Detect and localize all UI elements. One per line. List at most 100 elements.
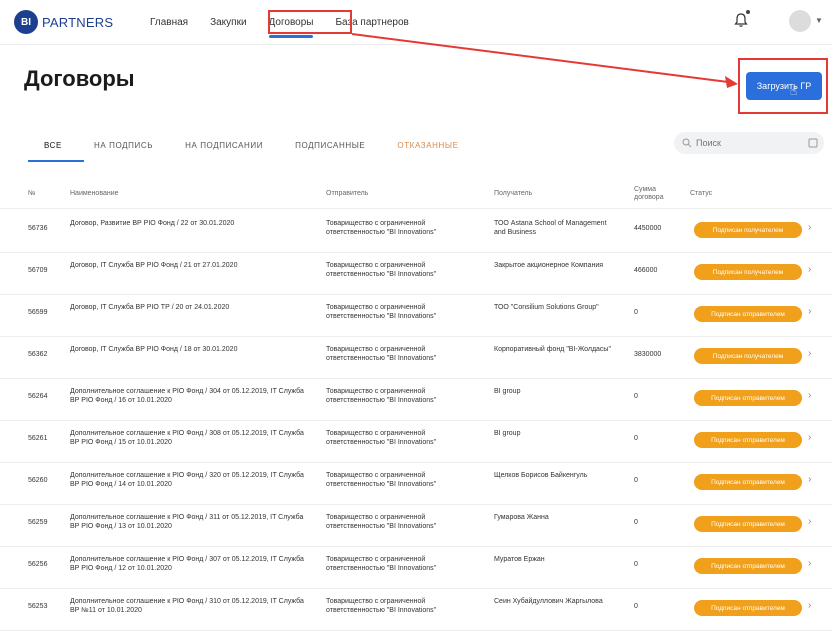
row-name[interactable]: Договор, IT Служба ВР PIO ТР / 20 от 24.… [70,303,310,312]
top-bar: BI PARTNERS Главная Закупки Договоры Баз… [0,0,832,45]
status-badge[interactable]: Подписан отправителем [694,474,802,490]
row-recipient: BI group [494,388,521,395]
bell-icon[interactable] [733,12,749,28]
search-icon [682,138,692,148]
logo[interactable]: BI PARTNERS [14,10,113,34]
chevron-right-icon[interactable]: › [808,516,811,527]
row-sender: Товарищество с ограниченной ответственно… [326,472,437,488]
page-title: Договоры [24,66,135,91]
chevron-right-icon[interactable]: › [808,558,811,569]
status-badge[interactable]: Подписан получателем [694,348,802,364]
col-amount[interactable]: Сумма договора [634,186,670,202]
status-badge[interactable]: Подписан отправителем [694,516,802,532]
table-row[interactable]: 56259 Дополнительное соглашение к PIO Фон… [0,504,832,547]
table-row[interactable]: 56261 Дополнительное соглашение к PIO Фон… [0,420,832,463]
row-amount: 0 [634,477,638,484]
row-id: 56256 [28,561,48,568]
chevron-right-icon[interactable]: › [808,474,811,485]
row-recipient: Корпоративный фонд "BI-Жолдасы" [494,346,611,353]
chevron-right-icon[interactable]: › [808,348,811,359]
table-row[interactable]: 56709 Договор, IT Служба ВР PIO Фонд / 21… [0,252,832,295]
col-name[interactable]: Наименование [70,190,119,197]
row-recipient: ТОО Astana School of Management and Busi… [494,220,607,236]
row-amount: 0 [634,309,638,316]
tab-to-sign[interactable]: НА ПОДПИСЬ [90,132,157,158]
row-recipient: BI group [494,430,521,437]
row-amount: 3830000 [634,351,662,358]
row-id: 56709 [28,267,48,274]
row-name[interactable]: Договор, Развитие ВР PIO Фонд / 22 от 30… [70,219,310,228]
tab-bar: ВСЕ НА ПОДПИСЬ НА ПОДПИСАНИИ ПОДПИСАННЫЕ… [28,132,487,162]
status-badge[interactable]: Подписан отправителем [694,432,802,448]
row-sender: Товарищество с ограниченной ответственно… [326,262,437,278]
row-sender: Товарищество с ограниченной ответственно… [326,514,437,530]
chevron-right-icon[interactable]: › [808,432,811,443]
status-badge[interactable]: Подписан отправителем [694,306,802,322]
row-name[interactable]: Дополнительное соглашение к PIO Фонд / 3… [70,387,310,405]
row-sender: Товарищество с ограниченной ответственно… [326,430,437,446]
col-sender[interactable]: Отправитель [326,190,368,197]
filter-icon[interactable] [808,138,818,148]
avatar[interactable] [789,10,811,32]
row-sender: Товарищество с ограниченной ответственно… [326,388,437,404]
tab-rejected[interactable]: ОТКАЗАННЫЕ [393,132,462,158]
row-name[interactable]: Договор, IT Служба ВР PIO Фонд / 21 от 2… [70,261,310,270]
row-amount: 0 [634,561,638,568]
notification-dot [746,10,750,14]
table-row[interactable]: 56253 Дополнительное соглашение к PIO Фон… [0,588,832,631]
chevron-right-icon[interactable]: › [808,306,811,317]
row-name[interactable]: Договор, IT Служба ВР PIO Фонд / 18 от 3… [70,345,310,354]
nav-purchases[interactable]: Закупки [210,0,246,44]
row-name[interactable]: Дополнительное соглашение к PIO Фонд / 3… [70,597,310,615]
col-recipient[interactable]: Получатель [494,190,532,197]
row-id: 56362 [28,351,48,358]
chevron-down-icon[interactable]: ▼ [815,16,823,25]
table-row[interactable]: 56736 Договор, Развитие ВР PIO Фонд / 22 … [0,210,832,253]
row-name[interactable]: Дополнительное соглашение к PIO Фонд / 3… [70,429,310,447]
row-name[interactable]: Дополнительное соглашение к PIO Фонд / 3… [70,471,310,489]
row-amount: 0 [634,603,638,610]
status-badge[interactable]: Подписан отправителем [694,390,802,406]
row-amount: 0 [634,393,638,400]
row-amount: 4450000 [634,225,662,232]
row-recipient: Муратов Ержан [494,556,545,563]
chevron-right-icon[interactable]: › [808,222,811,233]
col-status[interactable]: Статус [690,190,712,197]
row-name[interactable]: Дополнительное соглашение к PIO Фонд / 3… [70,555,310,573]
row-id: 56261 [28,435,48,442]
nav-highlight-box [268,10,352,34]
table-row[interactable]: 56260 Дополнительное соглашение к PIO Фон… [0,462,832,505]
chevron-right-icon[interactable]: › [808,600,811,611]
status-badge[interactable]: Подписан получателем [694,222,802,238]
table-header: № Наименование Отправитель Получатель Су… [0,180,832,209]
chevron-right-icon[interactable]: › [808,264,811,275]
chevron-right-icon[interactable]: › [808,390,811,401]
status-badge[interactable]: Подписан отправителем [694,558,802,574]
table-row[interactable]: 56256 Дополнительное соглашение к PIO Фон… [0,546,832,589]
table-row[interactable]: 56264 Дополнительное соглашение к PIO Фон… [0,378,832,421]
table-row[interactable]: 56599 Договор, IT Служба ВР PIO ТР / 20 о… [0,294,832,337]
col-number[interactable]: № [28,190,36,197]
row-sender: Товарищество с ограниченной ответственно… [326,304,437,320]
search-input[interactable] [674,132,824,154]
row-sender: Товарищество с ограниченной ответственно… [326,598,437,614]
row-name[interactable]: Дополнительное соглашение к PIO Фонд / 3… [70,513,310,531]
row-id: 56736 [28,225,48,232]
tab-signed[interactable]: ПОДПИСАННЫЕ [291,132,369,158]
status-badge[interactable]: Подписан отправителем [694,600,802,616]
row-sender: Товарищество с ограниченной ответственно… [326,556,437,572]
row-recipient: Щелков Борисов Байкенгуль [494,472,588,479]
tab-all[interactable]: ВСЕ [28,132,84,162]
hand-cursor-icon: ☝ [790,84,798,98]
row-recipient: Закрытое акционерное Компания [494,262,604,269]
nav-home[interactable]: Главная [150,0,188,44]
row-amount: 0 [634,519,638,526]
row-sender: Товарищество с ограниченной ответственно… [326,346,437,362]
row-amount: 0 [634,435,638,442]
row-recipient: ТОО "Consilium Solutions Group" [494,304,599,311]
table-row[interactable]: 56362 Договор, IT Служба ВР PIO Фонд / 18… [0,336,832,379]
tab-signing[interactable]: НА ПОДПИСАНИИ [181,132,267,158]
upload-button[interactable]: Загрузить ГР [746,72,822,100]
row-id: 56260 [28,477,48,484]
status-badge[interactable]: Подписан получателем [694,264,802,280]
